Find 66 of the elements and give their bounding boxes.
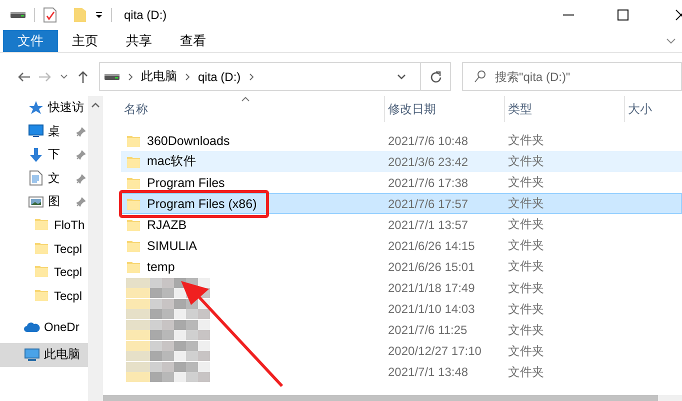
search-field[interactable]: 搜索"qita (D:)" <box>462 62 682 91</box>
file-type: 文件夹 <box>507 300 545 318</box>
nav-item[interactable]: Tecpl <box>0 260 88 284</box>
file-type: 文件夹 <box>507 195 545 212</box>
file-row[interactable]: 2021/1/10 14:03 文件夹 <box>121 298 682 319</box>
ribbon-tab[interactable]: 共享 <box>112 30 166 52</box>
address-bar[interactable]: 此电脑 qita (D:) <box>98 62 451 91</box>
window-title: qita (D:) <box>124 8 167 22</box>
file-type: 文件夹 <box>507 258 545 275</box>
file-type: 文件夹 <box>507 280 545 296</box>
file-row[interactable]: Program Files 2021/7/6 17:38 文件夹 <box>121 172 682 193</box>
date-modified: 2021/6/26 14:15 <box>387 238 476 252</box>
nav-item[interactable]: 此电脑 <box>0 343 88 366</box>
date-modified: 2021/6/26 15:01 <box>387 260 476 274</box>
file-row[interactable]: mac软件 2021/3/6 23:42 文件夹 <box>121 151 682 172</box>
nav-item[interactable]: Tecpl <box>0 284 88 308</box>
file-type: 文件夹 <box>507 132 545 149</box>
file-row[interactable]: 2021/1/18 17:49 文件夹 <box>121 277 682 298</box>
file-menu-button[interactable]: 文件 <box>3 30 58 52</box>
file-type: 文件夹 <box>507 216 545 233</box>
file-row[interactable]: temp 2021/6/26 15:01 文件夹 <box>121 256 682 277</box>
ribbon-tab[interactable]: 查看 <box>166 30 220 52</box>
nav-item[interactable]: Tecpl <box>0 237 88 260</box>
date-modified: 2021/7/6 17:57 <box>387 196 470 210</box>
ribbon-tab[interactable]: 主页 <box>58 30 112 52</box>
nav-item[interactable]: OneDr <box>0 316 88 339</box>
breadcrumb[interactable]: qita (D:) <box>198 70 241 84</box>
file-type: 文件夹 <box>507 322 545 338</box>
file-name: RJAZB <box>147 218 187 232</box>
date-modified: 2021/7/6 17:38 <box>387 176 470 190</box>
nav-item[interactable]: 文 <box>0 166 88 190</box>
file-row[interactable]: 360Downloads 2021/7/6 10:48 文件夹 <box>121 130 682 151</box>
column-header[interactable]: 大小 <box>624 96 682 122</box>
date-modified: 2021/7/6 11:25 <box>387 323 468 337</box>
breadcrumb[interactable]: 此电脑 <box>140 68 177 85</box>
nav-item[interactable]: 图 <box>0 190 88 214</box>
file-name: Program Files (x86) <box>147 196 257 210</box>
file-name: SIMULIA <box>147 238 198 252</box>
file-row[interactable]: 2021/7/6 11:25 文件夹 <box>121 319 682 340</box>
date-modified: 2021/7/1 13:48 <box>387 365 470 379</box>
date-modified: 2021/7/1 13:57 <box>387 218 470 232</box>
date-modified: 2020/12/27 17:10 <box>387 344 482 358</box>
date-modified: 2021/1/18 17:49 <box>387 281 476 295</box>
file-type: 文件夹 <box>507 174 545 191</box>
file-row[interactable]: 2021/7/1 13:48 文件夹 <box>121 361 682 382</box>
file-type: 文件夹 <box>507 364 545 380</box>
date-modified: 2021/1/10 14:03 <box>387 302 476 316</box>
file-row[interactable]: RJAZB 2021/7/1 13:57 文件夹 <box>121 214 682 235</box>
column-header[interactable]: 类型 <box>504 96 624 122</box>
nav-item[interactable]: 桌 <box>0 120 88 143</box>
nav-item[interactable]: FloTh <box>0 214 88 237</box>
file-row[interactable]: SIMULIA 2021/6/26 14:15 文件夹 <box>121 235 682 256</box>
nav-item[interactable]: 快速访 <box>0 96 88 120</box>
file-type: 文件夹 <box>507 342 545 360</box>
column-header[interactable]: 名称 <box>121 96 384 122</box>
file-row[interactable]: 2020/12/27 17:10 文件夹 <box>121 340 682 361</box>
file-type: 文件夹 <box>507 153 545 170</box>
column-header[interactable]: 修改日期 <box>384 96 504 122</box>
file-name: mac软件 <box>147 153 197 170</box>
date-modified: 2021/7/6 10:48 <box>387 134 470 148</box>
file-type: 文件夹 <box>507 237 545 254</box>
date-modified: 2021/3/6 23:42 <box>387 154 470 168</box>
file-name: Program Files <box>147 176 225 190</box>
file-name: 360Downloads <box>147 134 230 148</box>
nav-item[interactable]: 下 <box>0 143 88 166</box>
file-name: temp <box>147 260 175 274</box>
